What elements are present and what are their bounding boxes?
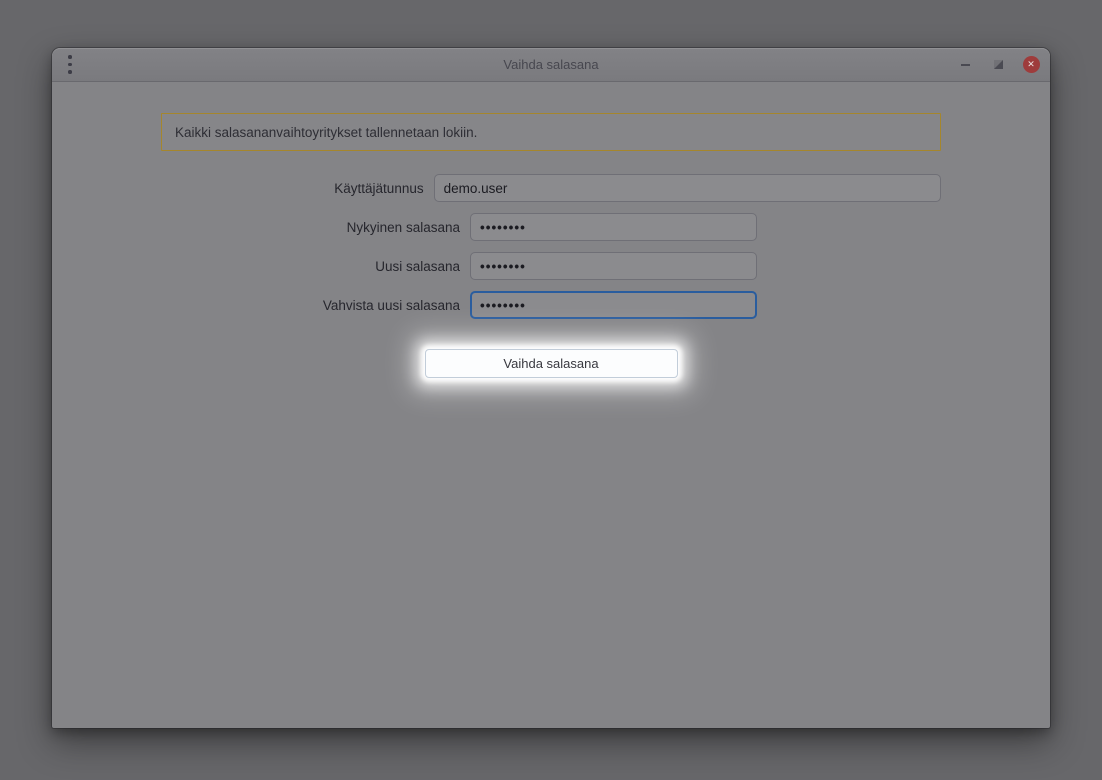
new-password-row: Uusi salasana — [161, 252, 941, 280]
new-password-label: Uusi salasana — [161, 259, 460, 274]
warning-banner-text: Kaikki salasananvaihtoyritykset tallenne… — [175, 125, 477, 140]
kebab-menu-icon[interactable] — [56, 48, 84, 81]
submit-button-row: Vaihda salasana — [161, 349, 941, 378]
window-title: Vaihda salasana — [52, 57, 1050, 72]
confirm-password-row: Vahvista uusi salasana — [161, 291, 941, 319]
minimize-button[interactable] — [956, 56, 974, 74]
current-password-input[interactable] — [470, 213, 757, 241]
confirm-password-label: Vahvista uusi salasana — [161, 298, 460, 313]
restore-window-icon — [994, 60, 1003, 69]
window-controls: ✕ — [956, 56, 1050, 74]
username-label: Käyttäjätunnus — [161, 181, 424, 196]
restore-button[interactable] — [989, 56, 1007, 74]
window-content: Kaikki salasananvaihtoyritykset tallenne… — [52, 82, 1050, 728]
username-row: Käyttäjätunnus — [161, 174, 941, 202]
close-button[interactable]: ✕ — [1022, 56, 1040, 74]
username-input[interactable] — [434, 174, 941, 202]
new-password-input[interactable] — [470, 252, 757, 280]
warning-banner: Kaikki salasananvaihtoyritykset tallenne… — [161, 113, 941, 151]
confirm-password-input[interactable] — [470, 291, 757, 319]
minimize-icon — [961, 64, 970, 66]
change-password-button[interactable]: Vaihda salasana — [425, 349, 678, 378]
titlebar[interactable]: Vaihda salasana ✕ — [52, 48, 1050, 82]
change-password-form: Käyttäjätunnus Nykyinen salasana Uusi sa… — [161, 174, 941, 378]
close-icon: ✕ — [1023, 56, 1040, 73]
current-password-row: Nykyinen salasana — [161, 213, 941, 241]
current-password-label: Nykyinen salasana — [161, 220, 460, 235]
change-password-window: Vaihda salasana ✕ Kaikki salasananvaihto… — [52, 48, 1050, 728]
